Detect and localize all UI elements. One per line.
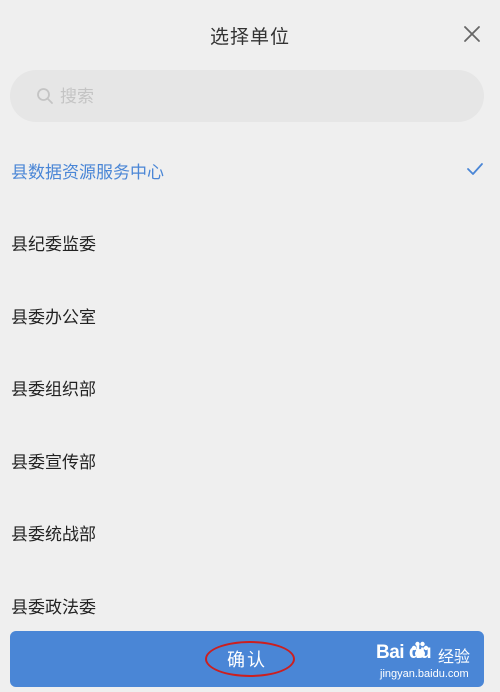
search-icon	[37, 88, 53, 104]
confirm-button[interactable]: 确认	[10, 631, 484, 687]
unit-item-label: 县委组织部	[11, 380, 96, 401]
search-input[interactable]	[58, 82, 442, 112]
unit-item-label: 县委统战部	[11, 525, 96, 546]
select-unit-sheet: 选择单位 县数据资源服务中心 县纪委监委 县委办公室 县委组织部 县委	[0, 0, 500, 692]
sheet-header: 选择单位	[0, 0, 500, 68]
unit-item-3[interactable]: 县委组织部	[0, 352, 500, 425]
unit-item-label: 县数据资源服务中心	[11, 162, 164, 183]
check-icon	[467, 163, 483, 175]
page-title: 选择单位	[209, 26, 290, 48]
unit-item-4[interactable]: 县委宣传部	[0, 424, 500, 497]
unit-list: 县数据资源服务中心 县纪委监委 县委办公室 县委组织部 县委宣传部 县委统战部 …	[0, 134, 500, 642]
unit-item-label: 县纪委监委	[11, 235, 96, 256]
unit-item-label: 县委政法委	[11, 597, 96, 618]
confirm-button-label: 确认	[227, 650, 267, 671]
search-bar[interactable]	[10, 70, 484, 122]
close-icon[interactable]	[462, 24, 482, 44]
unit-item-2[interactable]: 县委办公室	[0, 279, 500, 352]
unit-item-label: 县委宣传部	[11, 452, 96, 473]
unit-item-1[interactable]: 县纪委监委	[0, 207, 500, 280]
unit-item-label: 县委办公室	[11, 307, 96, 328]
unit-item-5[interactable]: 县委统战部	[0, 497, 500, 570]
unit-item-0[interactable]: 县数据资源服务中心	[0, 134, 500, 207]
